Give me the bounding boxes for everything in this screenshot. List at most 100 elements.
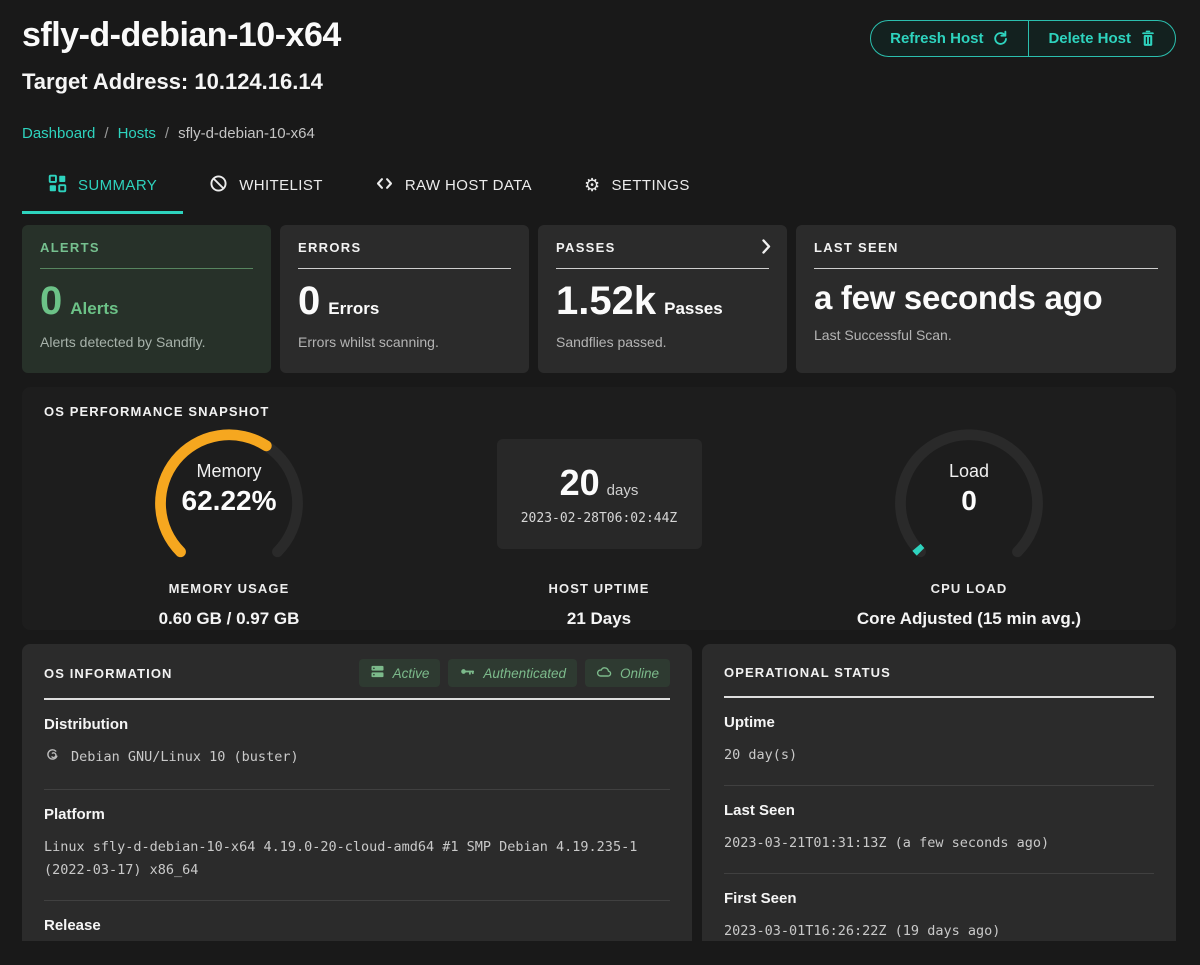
delete-host-button[interactable]: Delete Host xyxy=(1028,21,1175,56)
dashboard-grid-icon xyxy=(48,174,67,197)
release-label: Release xyxy=(44,917,670,934)
breadcrumb-separator: / xyxy=(165,125,169,142)
passes-card-title: PASSES xyxy=(556,240,769,255)
release-row: Release 4.19.0-20-cloud-amd64 xyxy=(44,901,670,941)
tab-settings-label: SETTINGS xyxy=(612,177,690,194)
errors-description: Errors whilst scanning. xyxy=(298,334,511,350)
target-address: Target Address: 10.124.16.14 xyxy=(22,69,341,95)
trash-icon xyxy=(1140,30,1156,47)
performance-grid: Memory 62.22% MEMORY USAGE 0.60 GB / 0.9… xyxy=(44,423,1154,629)
ban-icon xyxy=(209,174,228,197)
tab-raw-host-data[interactable]: RAW HOST DATA xyxy=(349,174,558,214)
tab-settings[interactable]: ⚙ SETTINGS xyxy=(558,174,716,214)
distribution-row: Distribution Debian GNU/Linux 10 (buster… xyxy=(44,700,670,790)
authenticated-badge-label: Authenticated xyxy=(483,666,566,681)
code-icon xyxy=(375,174,394,197)
active-badge-label: Active xyxy=(393,666,430,681)
breadcrumb-hosts-link[interactable]: Hosts xyxy=(118,125,156,142)
memory-gauge-label: Memory xyxy=(144,461,314,482)
tab-whitelist[interactable]: WHITELIST xyxy=(183,174,349,214)
stat-cards-row: ALERTS 0 Alerts Alerts detected by Sandf… xyxy=(22,225,1176,373)
errors-count: 0 Errors xyxy=(298,281,511,321)
uptime-label: Uptime xyxy=(724,714,1154,731)
card-divider xyxy=(298,268,511,269)
last-seen-label: Last Seen xyxy=(724,802,1154,819)
last-seen-timestamp: 2023-03-21T01:31:13Z (a few seconds ago) xyxy=(724,832,1049,855)
memory-usage-detail: 0.60 GB / 0.97 GB xyxy=(159,609,300,629)
platform-value: Linux sfly-d-debian-10-x64 4.19.0-20-clo… xyxy=(44,836,670,882)
host-uptime-detail: 21 Days xyxy=(567,609,631,629)
distribution-value: Debian GNU/Linux 10 (buster) xyxy=(71,746,299,769)
passes-count: 1.52k Passes xyxy=(556,281,769,321)
platform-label: Platform xyxy=(44,806,670,823)
breadcrumb-dashboard-link[interactable]: Dashboard xyxy=(22,125,95,142)
host-detail-page: sfly-d-debian-10-x64 Target Address: 10.… xyxy=(0,0,1200,941)
cpu-load-caption: CPU LOAD xyxy=(931,581,1008,596)
server-icon xyxy=(370,664,385,682)
page-title: sfly-d-debian-10-x64 xyxy=(22,16,341,55)
host-uptime-box: 20 days 2023-02-28T06:02:44Z xyxy=(497,439,702,549)
first-seen-label: First Seen xyxy=(724,890,1154,907)
platform-row: Platform Linux sfly-d-debian-10-x64 4.19… xyxy=(44,790,670,901)
memory-usage-column: Memory 62.22% MEMORY USAGE 0.60 GB / 0.9… xyxy=(44,423,414,629)
gear-icon: ⚙ xyxy=(584,177,601,195)
distribution-label: Distribution xyxy=(44,716,670,733)
last-seen-description: Last Successful Scan. xyxy=(814,327,1158,343)
first-seen-timestamp: 2023-03-01T16:26:22Z (19 days ago) xyxy=(724,920,1000,941)
errors-value: 0 xyxy=(298,281,320,321)
passes-description: Sandflies passed. xyxy=(556,334,769,350)
breadcrumb-separator: / xyxy=(104,125,108,142)
refresh-host-label: Refresh Host xyxy=(890,30,983,47)
first-seen-row: First Seen 2023-03-01T16:26:22Z (19 days… xyxy=(724,874,1154,941)
passes-value: 1.52k xyxy=(556,281,656,321)
cpu-load-detail: Core Adjusted (15 min avg.) xyxy=(857,609,1081,629)
cpu-load-column: Load 0 CPU LOAD Core Adjusted (15 min av… xyxy=(784,423,1154,629)
uptime-days-value: 20 xyxy=(560,462,600,504)
card-divider xyxy=(40,268,253,269)
breadcrumb: Dashboard / Hosts / sfly-d-debian-10-x64 xyxy=(22,125,1176,142)
bottom-panels: OS INFORMATION Active xyxy=(22,644,1176,941)
refresh-icon xyxy=(992,30,1009,47)
refresh-host-button[interactable]: Refresh Host xyxy=(871,21,1028,56)
breadcrumb-current: sfly-d-debian-10-x64 xyxy=(178,125,315,142)
online-badge-label: Online xyxy=(620,666,659,681)
cpu-gauge-value: 0 xyxy=(884,485,1054,517)
host-status-badges: Active Authenticated xyxy=(359,659,670,687)
tab-whitelist-label: WHITELIST xyxy=(239,177,323,194)
passes-card[interactable]: PASSES 1.52k Passes Sandflies passed. xyxy=(538,225,787,373)
alerts-value: 0 xyxy=(40,281,62,321)
chevron-right-icon[interactable] xyxy=(762,239,771,259)
online-badge: Online xyxy=(585,659,670,687)
host-action-buttons: Refresh Host Delete Host xyxy=(870,20,1176,57)
tab-summary[interactable]: SUMMARY xyxy=(22,174,183,214)
delete-host-label: Delete Host xyxy=(1048,30,1131,47)
last-seen-card: LAST SEEN a few seconds ago Last Success… xyxy=(796,225,1176,373)
cpu-gauge-label: Load xyxy=(884,461,1054,482)
memory-gauge-value: 62.22% xyxy=(144,485,314,517)
uptime-row: Uptime 20 day(s) xyxy=(724,698,1154,786)
operational-status-panel: OPERATIONAL STATUS Uptime 20 day(s) Last… xyxy=(702,644,1176,941)
key-icon xyxy=(459,664,475,682)
operational-status-title: OPERATIONAL STATUS xyxy=(724,665,891,680)
errors-card-title: ERRORS xyxy=(298,240,511,255)
authenticated-badge: Authenticated xyxy=(448,659,577,687)
memory-usage-caption: MEMORY USAGE xyxy=(169,581,290,596)
card-divider xyxy=(556,268,769,269)
os-performance-title: OS PERFORMANCE SNAPSHOT xyxy=(44,404,1154,419)
uptime-value: 20 day(s) xyxy=(724,744,797,767)
header-titles: sfly-d-debian-10-x64 Target Address: 10.… xyxy=(22,16,341,95)
alerts-description: Alerts detected by Sandfly. xyxy=(40,334,253,350)
cloud-icon xyxy=(596,665,612,682)
alerts-card: ALERTS 0 Alerts Alerts detected by Sandf… xyxy=(22,225,271,373)
uptime-days-unit: days xyxy=(607,482,639,499)
errors-card: ERRORS 0 Errors Errors whilst scanning. xyxy=(280,225,529,373)
os-performance-panel: OS PERFORMANCE SNAPSHOT Memory 62.22% xyxy=(22,387,1176,630)
errors-unit: Errors xyxy=(328,300,379,317)
debian-swirl-icon xyxy=(44,746,61,771)
alerts-unit: Alerts xyxy=(70,300,118,317)
host-uptime-column: 20 days 2023-02-28T06:02:44Z HOST UPTIME… xyxy=(414,423,784,629)
passes-unit: Passes xyxy=(664,300,723,317)
os-information-title: OS INFORMATION xyxy=(44,666,173,681)
host-tabs: SUMMARY WHITELIST RAW HOST DATA ⚙ SETT xyxy=(22,174,1176,214)
tab-summary-label: SUMMARY xyxy=(78,177,157,194)
